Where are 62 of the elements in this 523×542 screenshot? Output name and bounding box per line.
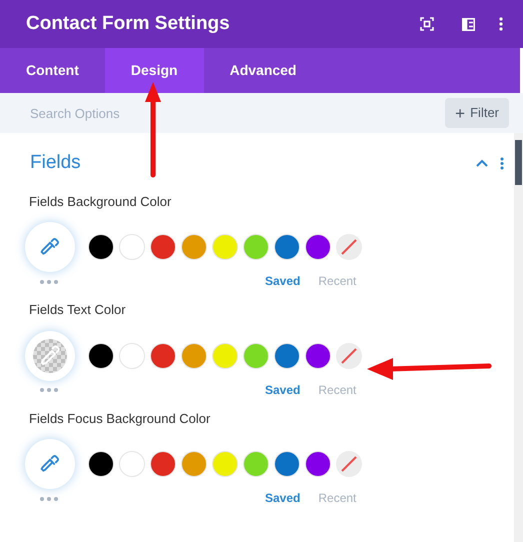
ellipsis-icon[interactable] <box>40 388 58 392</box>
field-label: Fields Text Color <box>29 301 127 319</box>
ellipsis-icon[interactable] <box>40 496 58 500</box>
sidebar-layout-icon[interactable] <box>462 18 475 30</box>
palette-tab[interactable]: Recent <box>318 272 356 290</box>
slash-icon <box>340 238 358 256</box>
arrow-up-icon <box>144 82 162 178</box>
color-swatch[interactable] <box>243 234 269 260</box>
no-color-swatch[interactable] <box>336 234 362 260</box>
color-swatch[interactable] <box>212 234 238 260</box>
ellipsis-icon[interactable] <box>40 280 58 284</box>
color-swatch[interactable] <box>181 342 207 368</box>
color-swatch[interactable] <box>119 451 145 477</box>
color-swatch[interactable] <box>181 451 207 477</box>
more-menu-icon[interactable] <box>499 17 503 31</box>
scrollbar[interactable] <box>514 133 523 542</box>
color-swatch[interactable] <box>119 342 145 368</box>
color-swatch[interactable] <box>212 451 238 477</box>
eyedropper-icon <box>40 454 60 474</box>
more-menu-icon[interactable] <box>500 156 504 170</box>
slash-icon <box>340 455 358 473</box>
no-color-swatch[interactable] <box>336 342 362 368</box>
window-title: Contact Form Settings <box>26 12 231 36</box>
color-swatch[interactable] <box>150 234 176 260</box>
tab[interactable]: Content <box>0 48 105 93</box>
color-swatch[interactable] <box>150 342 176 368</box>
palette-tab[interactable]: Saved <box>265 272 300 290</box>
color-swatch[interactable] <box>181 234 207 260</box>
section-title: Fields <box>30 151 82 175</box>
focus-icon[interactable] <box>420 17 434 31</box>
transparent-eyedropper-icon <box>33 338 67 372</box>
palette-tab[interactable]: Saved <box>265 380 300 398</box>
field-label: Fields Focus Background Color <box>29 410 212 428</box>
palette-tab[interactable]: Saved <box>265 489 300 507</box>
color-swatch[interactable] <box>274 234 300 260</box>
no-color-swatch[interactable] <box>336 451 362 477</box>
slash-icon <box>340 346 358 364</box>
color-swatch[interactable] <box>243 342 269 368</box>
color-swatch[interactable] <box>274 451 300 477</box>
color-swatch[interactable] <box>305 234 331 260</box>
color-swatch[interactable] <box>274 342 300 368</box>
field-label: Fields Background Color <box>29 192 172 211</box>
chevron-up-icon[interactable] <box>476 159 488 168</box>
color-swatch[interactable] <box>305 342 331 368</box>
palette-tab[interactable]: Recent <box>318 380 356 398</box>
arrow-left-icon <box>367 357 493 381</box>
filter-button[interactable]: + Filter <box>445 98 509 128</box>
color-swatch[interactable] <box>243 451 269 477</box>
palette-tab[interactable]: Recent <box>318 489 356 507</box>
color-swatch[interactable] <box>305 451 331 477</box>
color-swatch[interactable] <box>88 234 114 260</box>
color-picker-button[interactable] <box>25 222 75 272</box>
color-swatch[interactable] <box>88 451 114 477</box>
color-picker-button[interactable] <box>25 330 75 380</box>
color-picker-button[interactable] <box>25 439 75 489</box>
tab[interactable]: Advanced <box>204 48 322 93</box>
color-swatch[interactable] <box>119 234 145 260</box>
color-swatch[interactable] <box>150 451 176 477</box>
tab[interactable]: Design <box>104 48 204 93</box>
color-swatch[interactable] <box>88 342 114 368</box>
eyedropper-icon <box>40 237 60 257</box>
color-swatch[interactable] <box>212 342 238 368</box>
